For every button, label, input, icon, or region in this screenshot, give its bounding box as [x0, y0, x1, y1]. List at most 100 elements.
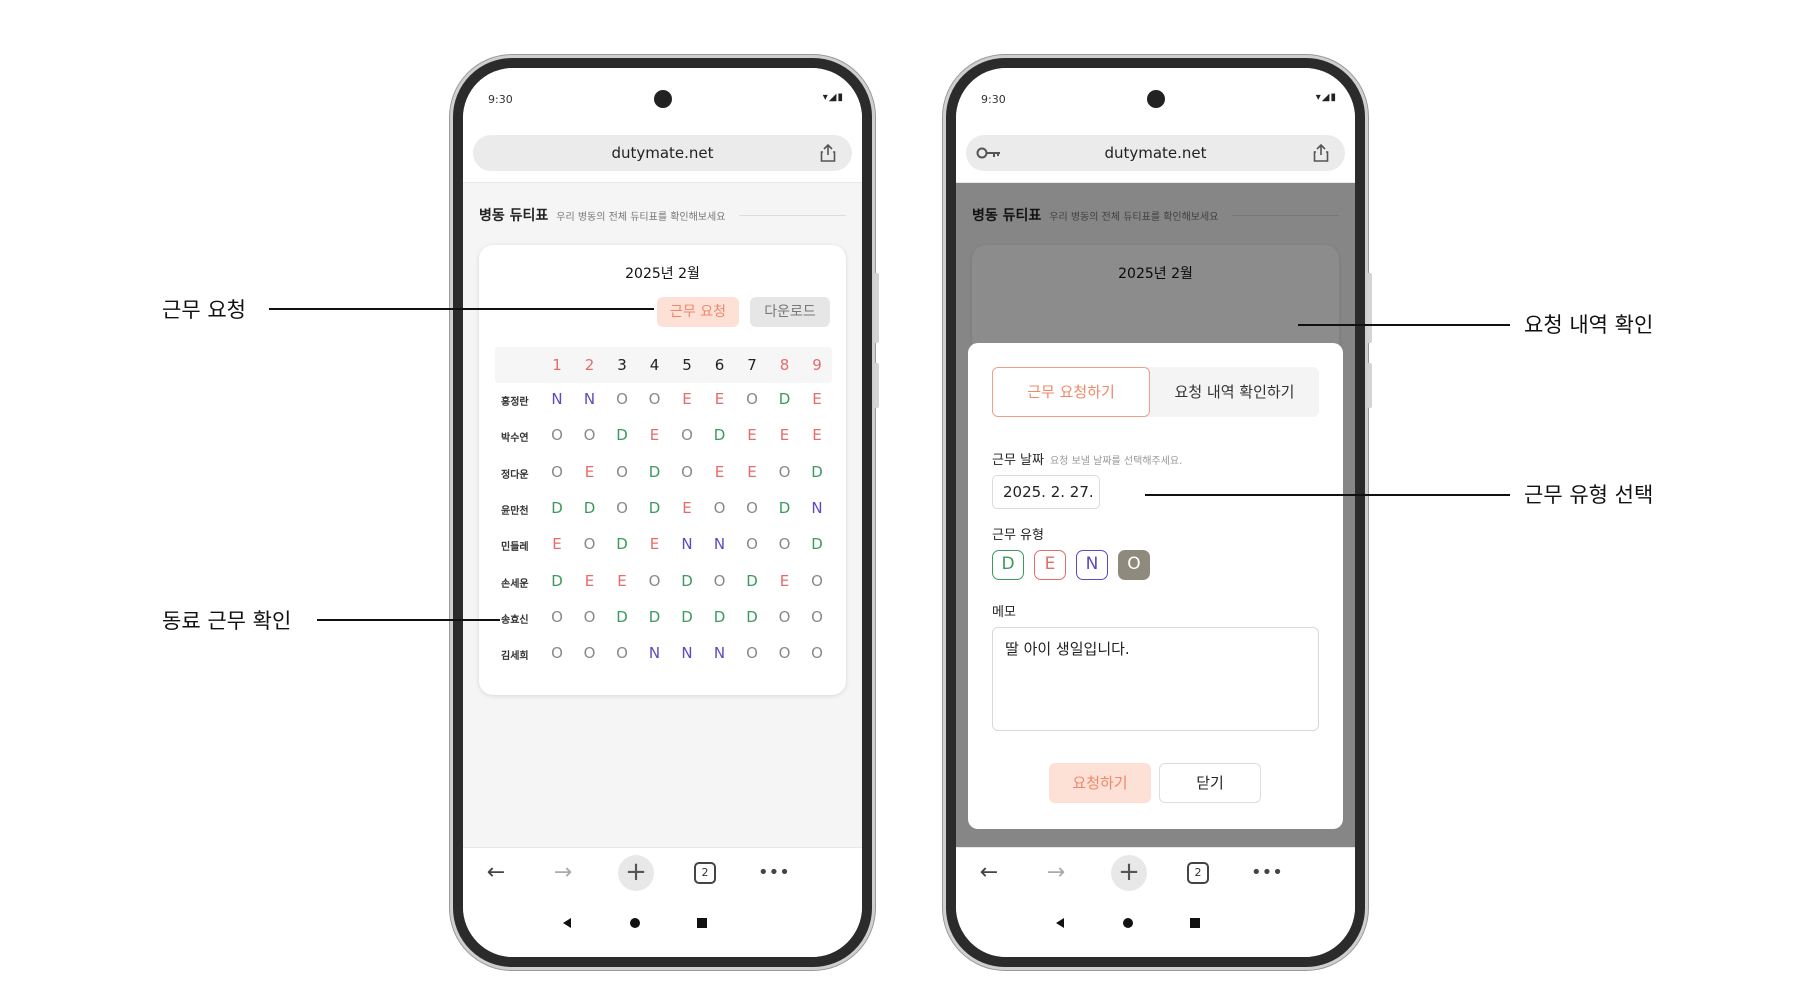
- duty-cell: N: [681, 535, 693, 554]
- table-row[interactable]: 김세희 O O O N N N O O O: [495, 639, 832, 669]
- duty-cell: D: [778, 498, 791, 517]
- duty-cell: O: [616, 462, 628, 481]
- duty-cell: D: [811, 462, 823, 481]
- date-cell: 6: [714, 356, 725, 374]
- date-hint: 요청 보낼 날짜를 선택해주세요.: [1049, 456, 1183, 467]
- table-row[interactable]: 송효신 O O D D D D D O O: [495, 603, 832, 633]
- new-tab-icon[interactable]: +: [1111, 855, 1147, 891]
- table-row[interactable]: 홍정란 N N O O E E O D E: [495, 385, 832, 415]
- table-row[interactable]: 정다운 O E O D O E E O D: [495, 458, 832, 488]
- duty-cell: N: [583, 390, 596, 408]
- duty-cell: D: [778, 390, 791, 408]
- back-arrow-icon[interactable]: ←: [974, 858, 1004, 888]
- duty-cell: E: [584, 462, 595, 481]
- duty-cell: E: [584, 571, 595, 590]
- duty-cell: O: [746, 498, 758, 517]
- nav-home-icon[interactable]: [629, 917, 641, 929]
- nav-recents-icon[interactable]: [1189, 917, 1201, 929]
- submit-request-button[interactable]: 요청하기: [1049, 763, 1151, 803]
- nav-back-icon[interactable]: [561, 917, 573, 929]
- nurse-name: 박수연: [501, 433, 529, 445]
- volume-button: [1367, 273, 1372, 343]
- phone-screen-right: 9:30 ▾◢▮ dutymate.net 병동 듀티표 우리 병동의 전체 듀…: [956, 68, 1355, 957]
- duty-cell: O: [583, 644, 596, 663]
- power-button: [874, 363, 879, 408]
- nav-back-icon[interactable]: [1054, 917, 1066, 929]
- download-button[interactable]: 다운로드: [750, 297, 830, 327]
- duty-cell: D: [746, 571, 758, 590]
- phone-frame-right: 9:30 ▾◢▮ dutymate.net 병동 듀티표 우리 병동의 전체 듀…: [943, 55, 1372, 970]
- back-arrow-icon[interactable]: ←: [481, 858, 511, 888]
- tab-duty-request[interactable]: 근무 요청하기: [992, 367, 1150, 417]
- more-menu-icon[interactable]: •••: [758, 858, 790, 888]
- forward-arrow-icon[interactable]: →: [1041, 858, 1071, 888]
- tab-request-history[interactable]: 요청 내역 확인하기: [1150, 367, 1319, 417]
- duty-cell: O: [648, 390, 661, 408]
- tab-count-icon[interactable]: 2: [1187, 862, 1209, 884]
- nurse-name: 송효신: [501, 614, 529, 626]
- callout-line-duty-request: [269, 308, 654, 310]
- address-bar[interactable]: dutymate.net: [473, 135, 852, 171]
- duty-cell: O: [811, 571, 823, 590]
- duty-cell: O: [713, 498, 726, 517]
- nav-recents-icon[interactable]: [696, 917, 708, 929]
- duty-cell: N: [713, 644, 726, 663]
- table-row[interactable]: 박수연 O O D E O D E E E: [495, 421, 832, 451]
- duty-request-button[interactable]: 근무 요청: [657, 297, 739, 327]
- duty-type-e-button[interactable]: E: [1034, 550, 1066, 580]
- power-button: [1367, 363, 1372, 408]
- duty-cell: O: [616, 390, 628, 408]
- duty-cell: O: [778, 535, 791, 554]
- date-field-label: 근무 날짜 요청 보낼 날짜를 선택해주세요.: [992, 449, 1182, 468]
- duty-cell: N: [713, 535, 726, 554]
- callout-line-coworker-duty: [317, 619, 500, 621]
- new-tab-icon[interactable]: +: [618, 855, 654, 891]
- duty-type-selector: DENO: [992, 550, 1150, 580]
- date-cell: 7: [747, 356, 757, 374]
- browser-bottom-toolbar: ← → + 2 •••: [463, 847, 862, 897]
- duty-cell: O: [811, 644, 823, 663]
- duty-cell: D: [811, 535, 823, 554]
- address-bar[interactable]: dutymate.net: [966, 135, 1345, 171]
- url-text: dutymate.net: [611, 144, 714, 162]
- table-row[interactable]: 윤만천 D D O D E O O D N: [495, 494, 832, 524]
- nav-home-icon[interactable]: [1122, 917, 1134, 929]
- android-navbar: [956, 897, 1355, 957]
- forward-arrow-icon[interactable]: →: [548, 858, 578, 888]
- page-header: 병동 듀티표 우리 병동의 전체 듀티표를 확인해보세요: [479, 203, 846, 227]
- duty-cell: O: [713, 571, 726, 590]
- date-input[interactable]: 2025. 2. 27.: [992, 475, 1100, 509]
- share-icon[interactable]: [1311, 143, 1331, 163]
- status-bar: 9:30 ▾◢▮: [463, 68, 862, 123]
- duty-cell: E: [779, 426, 790, 445]
- duty-type-o-button[interactable]: O: [1118, 550, 1150, 580]
- duty-cell: E: [649, 535, 660, 554]
- duty-cell: D: [746, 607, 758, 626]
- close-modal-button[interactable]: 닫기: [1159, 763, 1261, 803]
- duty-cell: E: [617, 571, 627, 590]
- table-row[interactable]: 손세운 D E E O D O D E O: [495, 567, 832, 597]
- duty-type-d-button[interactable]: D: [992, 550, 1024, 580]
- schedule-card: 2025년 2월 근무 요청 다운로드 123456789 홍정란 N N O O E E O…: [479, 245, 846, 695]
- memo-label: 메모: [992, 605, 1016, 620]
- memo-textarea[interactable]: 딸 아이 생일입니다.: [992, 627, 1319, 731]
- duty-cell: O: [616, 644, 628, 663]
- duty-cell: E: [714, 390, 725, 408]
- duty-type-n-button[interactable]: N: [1076, 550, 1108, 580]
- table-row[interactable]: 민들레 E O D E N N O O D: [495, 530, 832, 560]
- browser-toolbar: dutymate.net: [463, 123, 862, 183]
- duty-cell: O: [811, 607, 823, 626]
- date-cell: 2: [584, 356, 595, 374]
- page-subtitle: 우리 병동의 전체 듀티표를 확인해보세요: [556, 211, 726, 223]
- callout-duty-request: 근무 요청: [162, 298, 246, 322]
- date-cell: 8: [779, 356, 790, 374]
- key-icon[interactable]: [976, 145, 1002, 161]
- browser-toolbar: dutymate.net: [956, 123, 1355, 183]
- duty-cell: E: [649, 426, 660, 445]
- duty-cell: D: [648, 607, 661, 626]
- duty-cell: N: [551, 390, 563, 408]
- tab-count-icon[interactable]: 2: [694, 862, 716, 884]
- more-menu-icon[interactable]: •••: [1251, 858, 1283, 888]
- share-icon[interactable]: [818, 143, 838, 163]
- duty-cell: N: [648, 644, 661, 663]
